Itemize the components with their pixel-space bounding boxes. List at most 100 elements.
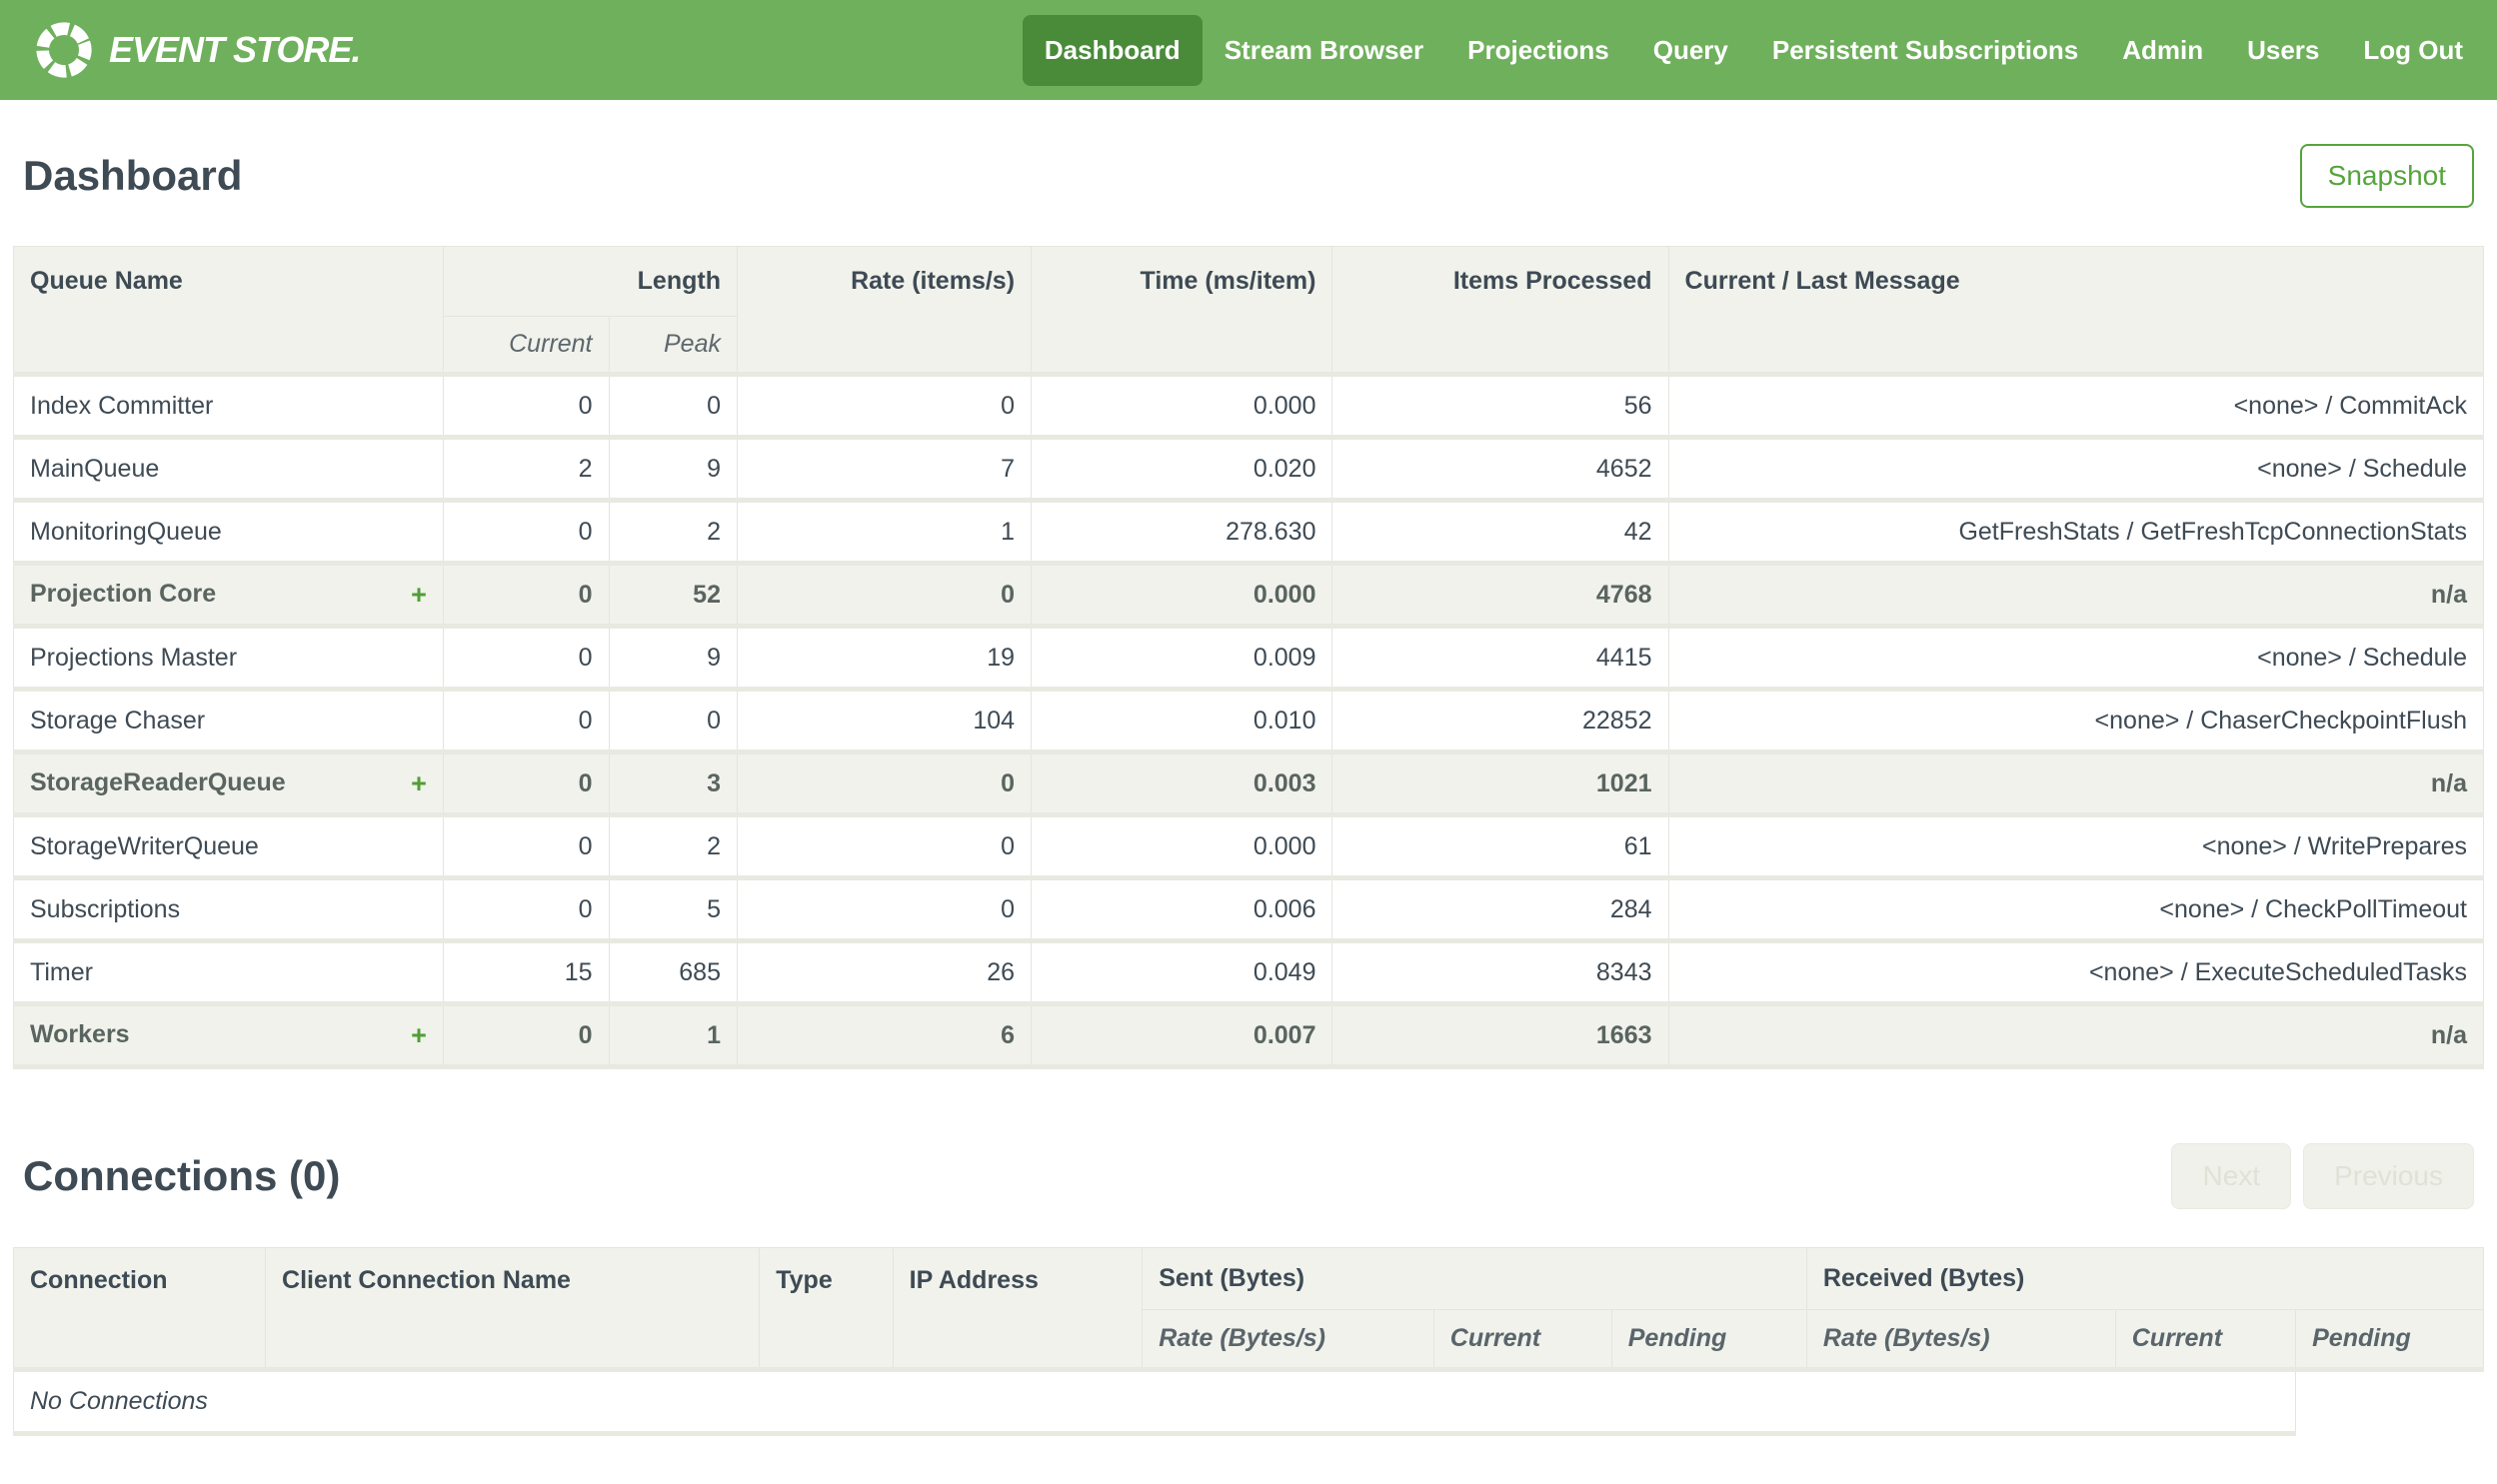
message-cell: GetFreshStats / GetFreshTcpConnectionSta… xyxy=(1667,500,2485,566)
pager: Next Previous xyxy=(2171,1143,2474,1209)
column-header-sent-current: Current xyxy=(1432,1309,1612,1372)
column-header-type: Type xyxy=(759,1247,894,1372)
expand-plus-icon[interactable]: + xyxy=(411,768,427,799)
connections-table-body: No Connections xyxy=(12,1369,2484,1436)
nav-item-query[interactable]: Query xyxy=(1631,15,1750,86)
column-header-sent-bytes: Sent (Bytes) xyxy=(1142,1247,1807,1310)
queue-row: StorageReaderQueue +0 3 0 0.003 1021 n/a xyxy=(13,751,2485,817)
items-processed-cell: 4768 xyxy=(1331,563,1669,629)
no-connections-message: No Connections xyxy=(12,1369,2297,1436)
rate-cell: 0 xyxy=(736,877,1033,943)
queue-name-cell: Index Committer xyxy=(13,374,444,440)
peak-cell: 685 xyxy=(608,940,738,1006)
nav-item-users[interactable]: Users xyxy=(2225,15,2341,86)
queue-name-cell: StorageWriterQueue xyxy=(13,814,444,880)
column-header-received-rate: Rate (Bytes/s) xyxy=(1805,1309,2116,1372)
time-cell: 0.006 xyxy=(1031,877,1333,943)
current-cell: 0 xyxy=(442,751,610,817)
rate-cell: 104 xyxy=(736,689,1033,754)
current-cell: 0 xyxy=(442,814,610,880)
queue-name-cell: Storage Chaser xyxy=(13,689,444,754)
nav-item-dashboard[interactable]: Dashboard xyxy=(1022,14,1203,86)
nav-item-admin[interactable]: Admin xyxy=(2100,15,2225,86)
queue-name: Projections Master xyxy=(30,643,238,672)
column-header-queue-name: Queue Name xyxy=(13,246,444,377)
current-cell: 0 xyxy=(442,563,610,629)
items-processed-cell: 56 xyxy=(1331,374,1669,440)
peak-cell: 5 xyxy=(608,877,738,943)
peak-cell: 0 xyxy=(608,689,738,754)
queues-table-body: Index Committer 0 0 0 0.000 56 <none> / Commit… xyxy=(13,374,2485,1069)
queue-row: Timer 15 685 26 0.049 8343 <none> / ExecuteSch… xyxy=(13,940,2485,1006)
queue-row: Workers +0 1 6 0.007 1663 n/a xyxy=(13,1003,2485,1069)
column-header-rate: Rate (items/s) xyxy=(736,246,1033,377)
expand-plus-icon[interactable]: + xyxy=(411,1020,427,1051)
peak-cell: 2 xyxy=(608,814,738,880)
message-cell: <none> / ExecuteScheduledTasks xyxy=(1667,940,2485,1006)
peak-cell: 0 xyxy=(608,374,738,440)
current-cell: 0 xyxy=(442,689,610,754)
queue-row: MainQueue 2 9 7 0.020 4652 <none> / Schedule xyxy=(13,437,2485,503)
title-row: Dashboard Snapshot xyxy=(23,144,2474,208)
connections-header: Connections (0) Next Previous xyxy=(23,1143,2474,1209)
column-header-current: Current xyxy=(442,316,610,377)
items-processed-cell: 61 xyxy=(1331,814,1669,880)
queue-row: Index Committer 0 0 0 0.000 56 <none> / Commit… xyxy=(13,374,2485,440)
queue-name: Workers xyxy=(30,1019,130,1048)
event-store-logo-icon xyxy=(33,19,95,81)
main-content: Dashboard Snapshot Queue Name Length Rat… xyxy=(0,144,2497,1436)
nav-item-persistent-subscriptions[interactable]: Persistent Subscriptions xyxy=(1750,15,2100,86)
message-cell: <none> / CommitAck xyxy=(1667,374,2485,440)
queue-name: Projection Core xyxy=(30,579,217,608)
rate-cell: 19 xyxy=(736,626,1033,692)
queue-name: Storage Chaser xyxy=(30,706,206,735)
peak-cell: 9 xyxy=(608,437,738,503)
column-header-client-connection-name: Client Connection Name xyxy=(265,1247,761,1372)
column-header-message: Current / Last Message xyxy=(1667,246,2485,377)
column-header-sent-pending: Pending xyxy=(1610,1309,1807,1372)
time-cell: 0.010 xyxy=(1031,689,1333,754)
column-header-peak: Peak xyxy=(608,316,738,377)
peak-cell: 2 xyxy=(608,500,738,566)
column-header-connection: Connection xyxy=(12,1247,267,1372)
queue-name-cell: Workers + xyxy=(13,1003,444,1069)
time-cell: 0.009 xyxy=(1031,626,1333,692)
nav-item-log-out[interactable]: Log Out xyxy=(2341,15,2485,86)
message-cell: n/a xyxy=(1667,751,2485,817)
previous-button[interactable]: Previous xyxy=(2303,1143,2474,1209)
nav-items: Dashboard Stream Browser Projections Query P… xyxy=(1022,14,2485,86)
column-header-items-processed: Items Processed xyxy=(1331,246,1669,377)
column-header-length: Length xyxy=(442,246,738,317)
queue-name-cell: MainQueue xyxy=(13,437,444,503)
column-header-sent-rate: Rate (Bytes/s) xyxy=(1142,1309,1434,1372)
items-processed-cell: 4652 xyxy=(1331,437,1669,503)
nav-item-stream-browser[interactable]: Stream Browser xyxy=(1203,15,1445,86)
peak-cell: 1 xyxy=(608,1003,738,1069)
message-cell: <none> / Schedule xyxy=(1667,437,2485,503)
next-button[interactable]: Next xyxy=(2171,1143,2292,1209)
snapshot-button[interactable]: Snapshot xyxy=(2299,144,2474,208)
column-header-received-current: Current xyxy=(2114,1309,2297,1372)
message-cell: n/a xyxy=(1667,563,2485,629)
time-cell: 0.049 xyxy=(1031,940,1333,1006)
queue-row: Projection Core +0 52 0 0.000 4768 n/a xyxy=(13,563,2485,629)
peak-cell: 52 xyxy=(608,563,738,629)
queue-name-cell: Projections Master xyxy=(13,626,444,692)
connections-table-header: Connection Client Connection Name Type I… xyxy=(12,1247,2485,1372)
time-cell: 0.000 xyxy=(1031,814,1333,880)
nav-item-projections[interactable]: Projections xyxy=(1445,15,1631,86)
time-cell: 0.000 xyxy=(1031,563,1333,629)
time-cell: 278.630 xyxy=(1031,500,1333,566)
message-cell: <none> / WritePrepares xyxy=(1667,814,2485,880)
expand-plus-icon[interactable]: + xyxy=(411,580,427,611)
current-cell: 0 xyxy=(442,374,610,440)
no-connections-row: No Connections xyxy=(12,1369,2484,1436)
items-processed-cell: 284 xyxy=(1331,877,1669,943)
items-processed-cell: 22852 xyxy=(1331,689,1669,754)
top-navbar: EVENT STORE. Dashboard Stream Browser Proj… xyxy=(0,0,2497,100)
queue-name-cell: StorageReaderQueue + xyxy=(13,751,444,817)
time-cell: 0.000 xyxy=(1031,374,1333,440)
queues-table-header: Queue Name Length Rate (items/s) Time (m… xyxy=(13,246,2485,377)
queue-row: Storage Chaser 0 0 104 0.010 22852 <none> / Ch… xyxy=(13,689,2485,754)
message-cell: n/a xyxy=(1667,1003,2485,1069)
